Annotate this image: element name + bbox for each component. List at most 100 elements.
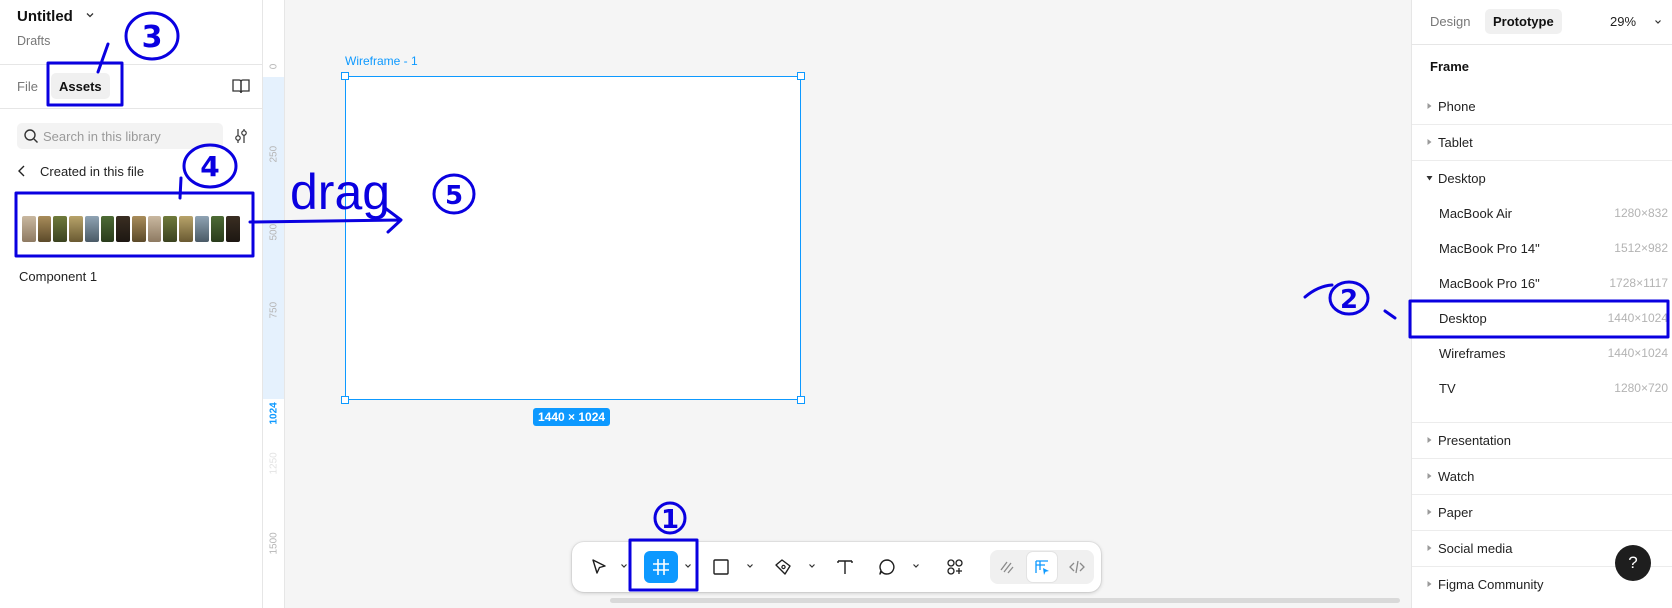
ruler-tick: 250 [268,145,280,163]
ruler-tick: 0 [268,63,280,70]
preset-label: MacBook Pro 14" [1439,241,1540,256]
category-label: Figma Community [1438,577,1544,592]
category-label: Presentation [1438,433,1511,448]
chevron-down-icon[interactable] [684,562,692,570]
shape-tool-button[interactable] [706,551,736,583]
resize-handle[interactable] [341,396,349,404]
search-input[interactable] [43,125,219,147]
search-icon [24,129,38,143]
thumbnail-image [179,216,193,242]
preset-macbook-pro-16[interactable]: MacBook Pro 16" 1728×1117 [1412,266,1672,300]
category-label: Phone [1438,99,1476,114]
file-title[interactable]: Untitled [17,8,73,25]
preset-dimensions: 1440×1024 [1607,311,1668,325]
chevron-down-icon[interactable] [912,562,920,570]
frame-hash-icon [653,559,669,575]
category-watch[interactable]: Watch [1412,459,1672,493]
resize-handle[interactable] [797,72,805,80]
pen-tool-button[interactable] [768,551,798,583]
category-label: Desktop [1438,171,1486,186]
section-title: Frame [1430,59,1470,74]
chevron-down-icon[interactable] [620,562,628,570]
thumbnail-image [194,216,209,242]
filter-adjust-icon[interactable] [233,128,249,144]
tab-assets[interactable]: Assets [51,73,110,99]
ruler-tick: 1250 [268,452,280,475]
preset-dimensions: 1512×982 [1614,241,1668,255]
preset-desktop[interactable]: Desktop 1440×1024 [1412,301,1672,335]
category-phone[interactable]: Phone [1412,89,1672,123]
triangle-right-icon [1427,437,1432,443]
thumbnail-image [69,216,83,242]
thumbnail-image [163,216,178,242]
category-label: Watch [1438,469,1475,484]
thumbnail-image [53,216,68,242]
actions-grid-icon [947,559,963,575]
triangle-down-icon [1426,176,1433,181]
resize-handle[interactable] [341,72,349,80]
chevron-down-icon[interactable] [746,562,754,570]
help-button[interactable]: ? [1615,545,1651,581]
triangle-right-icon [1427,545,1432,551]
thumbnail-image [132,216,146,242]
text-tool-button[interactable] [830,551,860,583]
tab-design[interactable]: Design [1430,14,1470,29]
library-book-icon[interactable] [232,78,250,94]
preset-macbook-pro-14[interactable]: MacBook Pro 14" 1512×982 [1412,231,1672,265]
chevron-down-icon[interactable] [1654,18,1662,26]
preset-dimensions: 1280×720 [1614,381,1668,395]
preset-tv[interactable]: TV 1280×720 [1412,371,1672,405]
frame-tool-button[interactable] [644,551,678,583]
draw-mode-icon[interactable] [998,558,1016,576]
cursor-arrow-icon [592,559,606,574]
category-paper[interactable]: Paper [1412,495,1672,529]
preset-dimensions: 1280×832 [1614,206,1668,220]
wireframe-frame[interactable] [345,76,801,400]
component-thumbnail[interactable] [22,216,241,242]
breadcrumb: Created in this file [40,164,145,179]
rectangle-icon [713,559,729,575]
ruler-tick: 1024 [268,402,280,425]
ruler-tick: 500 [268,223,280,241]
divider [1412,44,1672,45]
dev-mode-code-icon[interactable] [1068,558,1086,576]
divider [0,64,263,65]
frame-label[interactable]: Wireframe - 1 [345,54,418,68]
comment-tool-button[interactable] [872,551,902,583]
mode-switcher [990,550,1094,584]
file-location[interactable]: Drafts [17,34,50,48]
category-label: Tablet [1438,135,1473,150]
back-chevron-icon[interactable] [16,164,28,178]
thumbnail-image [22,216,36,242]
zoom-level[interactable]: 29% [1610,14,1636,29]
library-search[interactable] [17,123,223,149]
preset-label: MacBook Air [1439,206,1512,221]
component-name[interactable]: Component 1 [19,269,97,284]
actions-tool-button[interactable] [940,551,970,583]
preset-label: MacBook Pro 16" [1439,276,1540,291]
category-desktop[interactable]: Desktop [1412,161,1672,195]
frame-size-badge: 1440 × 1024 [533,408,611,426]
preset-wireframes[interactable]: Wireframes 1440×1024 [1412,336,1672,370]
bottom-toolbar [572,542,1101,592]
preset-dimensions: 1440×1024 [1607,346,1668,360]
horizontal-scrollbar[interactable] [610,598,1400,603]
chevron-down-icon[interactable] [808,562,816,570]
move-tool-button[interactable] [584,551,614,583]
ruler-tick: 1500 [268,532,280,555]
comment-bubble-icon [879,559,895,575]
tab-prototype[interactable]: Prototype [1485,9,1562,34]
tab-file[interactable]: File [17,79,38,94]
design-mode-icon[interactable] [1033,558,1051,576]
triangle-right-icon [1427,139,1432,145]
category-label: Paper [1438,505,1473,520]
category-tablet[interactable]: Tablet [1412,125,1672,159]
thumbnail-image [116,216,131,242]
right-panel: Design Prototype 29% Frame Phone Tablet … [1411,0,1672,608]
category-presentation[interactable]: Presentation [1412,423,1672,457]
chevron-down-icon[interactable] [86,11,94,19]
triangle-right-icon [1427,103,1432,109]
vertical-ruler[interactable]: 0 250 500 750 1024 1250 1500 [263,0,285,608]
preset-macbook-air[interactable]: MacBook Air 1280×832 [1412,196,1672,230]
resize-handle[interactable] [797,396,805,404]
